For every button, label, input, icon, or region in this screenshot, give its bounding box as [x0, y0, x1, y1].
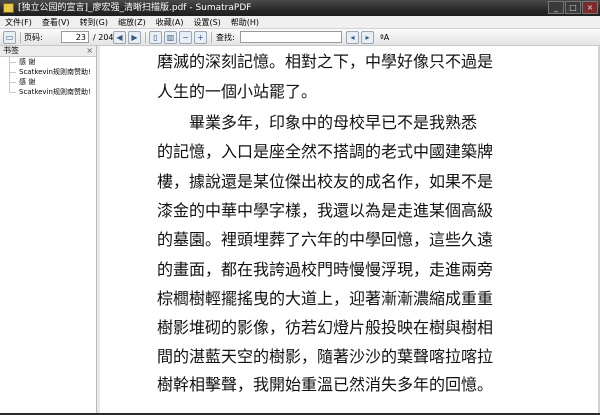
menu-goto[interactable]: 转到(G) [75, 17, 113, 28]
bookmarks-sidebar: 书签 × 感 谢 Scatkevin规则南赞助! 感 谢 Scatkevin规则… [0, 46, 97, 413]
menu-settings[interactable]: 设置(S) [188, 17, 225, 28]
title-bar: [独立公园的宣言]_廖宏强_清晰扫描版.pdf - SumatraPDF _ □… [0, 0, 600, 16]
window-controls: _ □ × [548, 1, 598, 14]
find-label: 查找: [216, 33, 235, 42]
zoom-in-icon[interactable]: + [194, 31, 207, 44]
menu-zoom[interactable]: 缩放(Z) [113, 17, 151, 28]
document-line: 磨滅的深刻記憶。相對之下，中學好像只不過是 [157, 52, 494, 71]
document-view[interactable]: 磨滅的深刻記憶。相對之下，中學好像只不過是 人生的一個小站罷了。 畢業多年，印象… [100, 46, 598, 413]
sidebar-header: 书签 × [0, 46, 96, 57]
document-line: 漆金的中華中學字樣，我還以為是走進某個高級 [157, 201, 494, 220]
toolbar-separator [20, 32, 21, 43]
arrow-right-icon[interactable]: ▶ [128, 31, 141, 44]
bookmark-label: Scatkevin规则南赞助! [19, 88, 91, 96]
zoom-out-icon[interactable]: − [179, 31, 192, 44]
menu-help[interactable]: 帮助(H) [226, 17, 264, 28]
document-line: 人生的一個小站罷了。 [157, 82, 318, 101]
document-line: 畢業多年，印象中的母校早已不是我熟悉 [189, 113, 478, 132]
toolbar-separator [145, 32, 146, 43]
minimize-button[interactable]: _ [548, 1, 564, 14]
menu-bar: 文件(F) 查看(V) 转到(G) 缩放(Z) 收藏(A) 设置(S) 帮助(H… [0, 16, 600, 29]
menu-favorites[interactable]: 收藏(A) [151, 17, 189, 28]
sumatra-app-icon [3, 3, 14, 13]
bookmark-label: Scatkevin规则南赞助! [19, 68, 91, 76]
bookmark-tree: 感 谢 Scatkevin规则南赞助! 感 谢 Scatkevin规则南赞助! [0, 57, 96, 97]
maximize-button[interactable]: □ [565, 1, 581, 14]
page-number-input[interactable] [61, 31, 89, 43]
bookmark-label: 感 谢 [19, 58, 36, 66]
tree-branch [9, 92, 16, 93]
document-line: 的畫面，都在我誇過校門時慢慢浮現，走進兩旁 [157, 260, 494, 279]
sidebar-close-button[interactable]: × [86, 46, 93, 56]
single-page-icon[interactable]: ▯ [149, 31, 162, 44]
document-line: 樹影堆砌的影像，彷若幻燈片般投映在樹與樹相 [157, 318, 494, 337]
toolbar-separator [211, 32, 212, 43]
bookmark-item[interactable]: Scatkevin规则南赞助! [0, 87, 96, 97]
folder-open-icon[interactable]: ▭ [3, 31, 16, 44]
arrow-left-icon[interactable]: ◀ [113, 31, 126, 44]
page-total: / 204 [93, 33, 114, 42]
match-case-toggle[interactable]: ªA [380, 31, 389, 44]
search-input[interactable] [240, 31, 342, 43]
document-line: 的墓園。裡頭埋葬了六年的中學回憶，這些久遠 [157, 230, 494, 249]
document-line: 間的湛藍天空的樹影，隨著沙沙的葉聲喀拉喀拉 [157, 347, 494, 366]
tree-branch [9, 62, 16, 63]
tree-branch [9, 82, 16, 83]
document-line: 樹幹相擊聲，我開始重溫已然消失多年的回憶。 [157, 375, 494, 394]
document-line: 棕櫚樹輕擺搖曳的大道上，迎著漸漸濃縮成重重 [157, 289, 494, 308]
bookmark-label: 感 谢 [19, 78, 36, 86]
tree-branch [9, 72, 16, 73]
bookmark-item[interactable]: Scatkevin规则南赞助! [0, 67, 96, 77]
bookmark-item[interactable]: 感 谢 [0, 77, 96, 87]
find-next-icon[interactable]: ▸ [361, 31, 374, 44]
toolbar: ▭ 页码: / 204 ◀ ▶ ▯ ▥ − + 查找: ◂ ▸ ªA [0, 29, 600, 46]
bookmark-item[interactable]: 感 谢 [0, 57, 96, 67]
close-button[interactable]: × [582, 1, 598, 14]
document-line: 樓，據說還是某位傑出校友的成名作，如果不是 [157, 172, 494, 191]
facing-pages-icon[interactable]: ▥ [164, 31, 177, 44]
menu-file[interactable]: 文件(F) [0, 17, 37, 28]
document-line: 的記憶，入口是座全然不搭調的老式中國建築牌 [157, 142, 494, 161]
page-label: 页码: [24, 33, 43, 42]
find-prev-icon[interactable]: ◂ [346, 31, 359, 44]
window-title: [独立公园的宣言]_廖宏强_清晰扫描版.pdf - SumatraPDF [18, 3, 252, 13]
sidebar-title: 书签 [3, 46, 19, 55]
menu-view[interactable]: 查看(V) [37, 17, 75, 28]
